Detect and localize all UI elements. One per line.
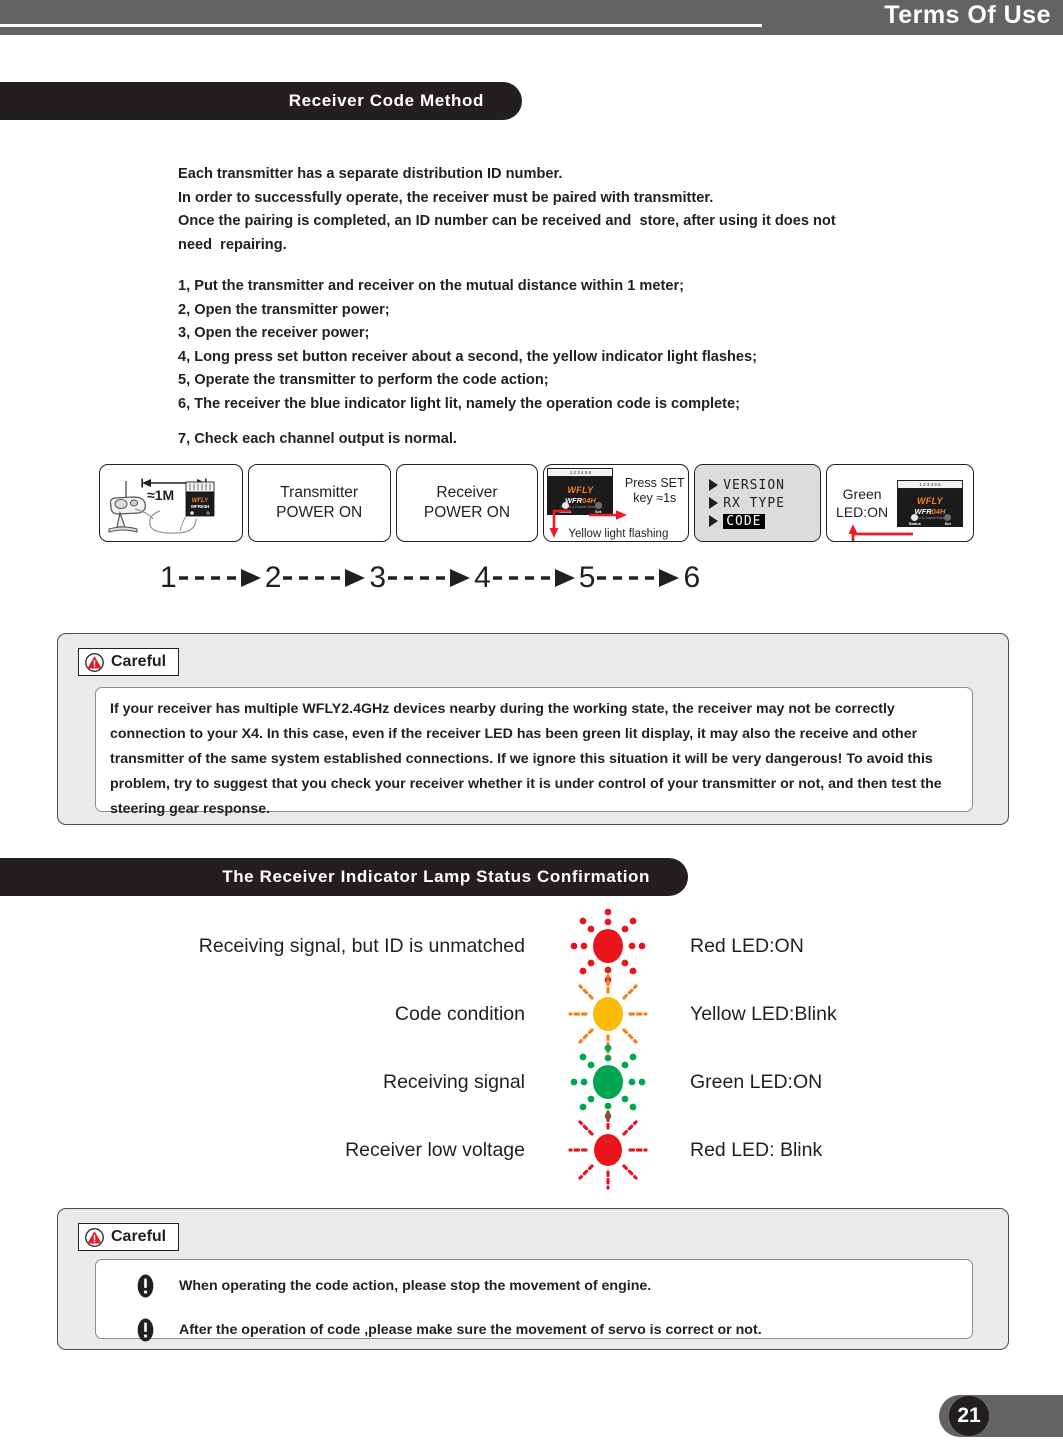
- sequence-number-1: 1: [160, 561, 177, 594]
- flow-step-5-lcd-menu: VERSION RX TYPE CODE: [694, 464, 822, 542]
- flow-step-number-sequence: 1 2 3 4 5 6: [160, 556, 1040, 600]
- sequence-number-3: 3: [369, 561, 387, 594]
- sequence-number-2: 2: [264, 561, 282, 594]
- flow-step-3-receiver-power-on: Receiver POWER ON: [395, 464, 539, 542]
- status-led-icon: [911, 513, 919, 521]
- set-button-icon: [944, 513, 952, 521]
- status-led-icon: [561, 502, 569, 509]
- page-number-badge: 21: [949, 1396, 989, 1436]
- led-status-description: Receiving signal: [383, 1070, 525, 1093]
- red-led-blink-icon: [567, 1110, 648, 1190]
- led-status-description: Receiving signal, but ID is unmatched: [198, 934, 525, 957]
- dashed-arrow-icon: [388, 569, 471, 587]
- careful-note-text: When operating the code action, please s…: [179, 1278, 652, 1294]
- flow-step-2-label: Transmitter POWER ON: [276, 484, 363, 521]
- led-status-state: Red LED: Blink: [690, 1138, 823, 1161]
- careful-panel-bottom: Careful When operating the code action, …: [57, 1208, 1009, 1350]
- set-button-label: Set: [595, 509, 602, 514]
- receiver-brand-text: WFLY: [567, 484, 594, 495]
- sequence-number-4: 4: [474, 561, 491, 594]
- led-status-description: Receiver low voltage: [345, 1138, 525, 1161]
- set-button-icon: [594, 502, 602, 509]
- connection-wire: [149, 510, 197, 534]
- receiver-brand-text: WFLY: [916, 496, 943, 506]
- lcd-menu-item-code: CODE: [709, 513, 820, 529]
- header-divider-rule: [0, 24, 762, 27]
- section-header-lamp-status: The Receiver Indicator Lamp Status Confi…: [0, 858, 688, 896]
- exclamation-icon: [137, 1318, 154, 1342]
- transmitter-distance-illustration: ≈1M WFLY WFR04H: [100, 465, 242, 541]
- status-button-label: Status: [908, 520, 921, 526]
- dashed-arrow-icon: [283, 569, 366, 587]
- receiver-module-graphic-step6: 1 2 3 4 5 6 WFLY WFR04H 2.4GHz 4-Channel…: [896, 479, 963, 527]
- receiver-set-button: Set: [944, 513, 952, 526]
- receiver-set-button: Set: [594, 502, 602, 514]
- flow-step-6-label: Green LED:ON: [836, 486, 889, 520]
- set-button-label: Set: [944, 520, 951, 526]
- led-status-row: Code condition Yellow LED:Blink: [0, 974, 1063, 1054]
- careful-tag-top: Careful: [78, 648, 180, 676]
- led-status-state: Red LED:ON: [690, 934, 804, 957]
- lcd-menu-label-rx-type: RX TYPE: [723, 495, 785, 511]
- lcd-menu-label-code: CODE: [723, 513, 765, 529]
- lcd-menu-label-version: VERSION: [723, 477, 785, 493]
- final-step-text: 7, Check each channel output is normal.: [178, 431, 457, 447]
- receiver-pin-header: 1 2 3 4 5 6: [547, 468, 614, 477]
- led-status-row: Receiving signal Green LED:ON: [0, 1044, 1063, 1120]
- careful-panel-top: Careful If your receiver has multiple WF…: [57, 633, 1009, 825]
- sequence-number-6: 6: [683, 561, 701, 594]
- receiver-status-button: Status: [908, 513, 921, 526]
- section-header-receiver-code-method: Receiver Code Method: [0, 82, 522, 120]
- receiver-body: WFLY WFR04H 2.4GHz 4-Channel Receiver St…: [547, 477, 614, 515]
- receiver-body: WFLY WFR04H 2.4GHz 4-Channel Receiver St…: [896, 488, 963, 527]
- receiver-module-graphic-step4: 1 2 3 4 5 6 WFLY WFR04H 2.4GHz 4-Channel…: [547, 468, 614, 515]
- receiver-status-button: Status: [559, 502, 571, 514]
- lcd-menu-item-rx-type: RX TYPE: [709, 496, 820, 511]
- warning-triangle-icon: [85, 652, 104, 672]
- careful-note-row: After the operation of code ,please make…: [110, 1318, 958, 1342]
- careful-note-text: After the operation of code ,please make…: [179, 1322, 762, 1338]
- led-status-row: Receiving signal, but ID is unmatched Re…: [0, 908, 1063, 984]
- flow-step-4-instruction: Press SET key ≈1s: [624, 476, 685, 505]
- careful-text-box-bottom: When operating the code action, please s…: [95, 1259, 973, 1342]
- led-status-state: Yellow LED:Blink: [690, 1002, 837, 1025]
- flow-step-4-press-set-key: 1 2 3 4 5 6 WFLY WFR04H 2.4GHz 4-Channel…: [543, 464, 690, 542]
- careful-note-row: When operating the code action, please s…: [110, 1274, 958, 1298]
- page-title: Terms Of Use: [884, 1, 1051, 29]
- led-status-state: Green LED:ON: [690, 1070, 823, 1093]
- status-button-label: Status: [559, 509, 572, 514]
- caret-right-icon: [709, 479, 719, 491]
- exclamation-icon: [137, 1274, 154, 1298]
- led-status-description: Code condition: [394, 1002, 525, 1025]
- lcd-menu-item-version: VERSION: [709, 478, 820, 493]
- caret-right-icon: [709, 497, 719, 509]
- sequence-number-5: 5: [578, 561, 596, 594]
- careful-text-box-top: If your receiver has multiple WFLY2.4GHz…: [95, 687, 973, 817]
- flow-step-3-label: Receiver POWER ON: [423, 484, 511, 521]
- led-status-table: Receiving signal, but ID is unmatched Re…: [0, 908, 1063, 1190]
- numbered-steps-list: 1, Put the transmitter and receiver on t…: [178, 278, 758, 412]
- intro-paragraph: Each transmitter has a separate distribu…: [178, 166, 836, 253]
- careful-label-top: Careful: [111, 653, 167, 670]
- led-glyph-red-blink: [525, 1108, 690, 1192]
- page-header: Terms Of Use: [0, 0, 1063, 35]
- careful-tag-bottom: Careful: [78, 1223, 180, 1251]
- receiver-pin-header: 1 2 3 4 5 6: [896, 479, 963, 489]
- flow-step-2-transmitter-power-on: Transmitter POWER ON: [247, 464, 391, 542]
- flow-step-1-distance: ≈1M WFLY WFR04H: [99, 464, 243, 542]
- warning-triangle-icon: [85, 1227, 104, 1247]
- careful-body-text-top: If your receiver has multiple WFLY2.4GHz…: [110, 701, 942, 817]
- careful-label-bottom: Careful: [111, 1228, 167, 1245]
- caret-right-icon: [709, 515, 719, 527]
- transmitter-lcd-screen: VERSION RX TYPE CODE: [695, 465, 821, 541]
- dashed-arrow-icon: [597, 569, 680, 587]
- coding-flow-diagram: ≈1M WFLY WFR04H Transmitter POWER ON Rec…: [99, 464, 974, 542]
- yellow-light-flashing-caption: Yellow light flashing: [568, 528, 669, 540]
- led-status-row: Receiver low voltage Red LED: Blink: [0, 1110, 1063, 1190]
- flow-step-6-green-led-on: Green LED:ON 1 2 3 4 5 6 WFLY WFR04H 2.4…: [826, 464, 974, 542]
- dashed-arrow-icon: [492, 569, 575, 587]
- dashed-arrow-icon: [178, 569, 261, 587]
